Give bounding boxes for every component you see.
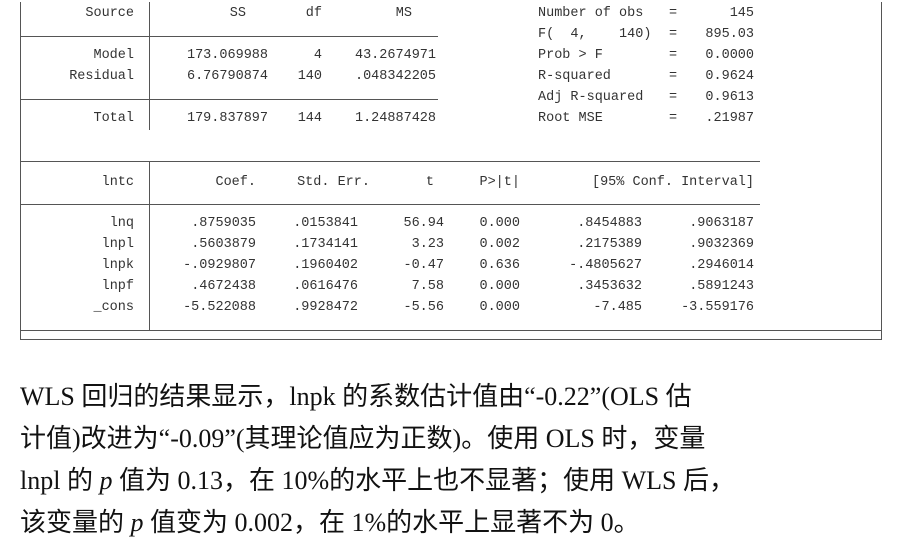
coef-header-rule xyxy=(20,204,760,205)
stat-label: Root MSE xyxy=(538,111,603,126)
coef-var: lnpk xyxy=(101,258,134,273)
coef-var: lnpl xyxy=(101,237,134,252)
coef-p: 0.000 xyxy=(479,279,520,294)
paragraph-text: lnpl 的 xyxy=(20,466,100,495)
anova-header-ss: SS xyxy=(229,6,246,21)
anova-df: 4 xyxy=(313,48,322,63)
stat-eq: = xyxy=(669,27,678,42)
stat-eq: = xyxy=(669,90,678,105)
coef-p: 0.000 xyxy=(479,300,520,315)
anova-ms: 1.24887428 xyxy=(354,111,436,126)
paragraph-line-2: 计值)改进为“-0.09”(其理论值应为正数)。使用 OLS 时，变量 xyxy=(20,424,706,453)
stat-eq: = xyxy=(669,69,678,84)
coef-header-ci: [95% Conf. Interval] xyxy=(591,175,754,190)
coef-se: .0616476 xyxy=(293,279,358,294)
coef-ci-high: .9032369 xyxy=(689,237,754,252)
stat-value: 0.0000 xyxy=(705,48,754,63)
anova-total-rule xyxy=(20,99,438,100)
coef-header-p: P>|t| xyxy=(479,175,520,190)
coef-value: .8759035 xyxy=(191,216,256,231)
stat-value: 0.9613 xyxy=(705,90,754,105)
anova-ss: 6.76790874 xyxy=(186,69,268,84)
coef-ci-low: .2175389 xyxy=(577,237,642,252)
stat-eq: = xyxy=(669,48,678,63)
coef-se: .1734141 xyxy=(293,237,358,252)
anova-source: Model xyxy=(93,48,134,63)
coef-var: lnq xyxy=(109,216,134,231)
anova-ms: .048342205 xyxy=(354,69,436,84)
anova-header-source: Source xyxy=(85,6,134,21)
anova-source: Residual xyxy=(69,69,134,84)
anova-ss: 173.069988 xyxy=(186,48,268,63)
stat-value: 895.03 xyxy=(705,27,754,42)
coef-value: .4672438 xyxy=(191,279,256,294)
coef-var: _cons xyxy=(93,300,134,315)
coef-header-var: lntc xyxy=(101,175,134,190)
coef-value: -.0929807 xyxy=(183,258,256,273)
anova-ss: 179.837897 xyxy=(186,111,268,126)
paragraph-line-1: WLS 回归的结果显示，lnpk 的系数估计值由“-0.22”(OLS 估 xyxy=(20,382,692,411)
coef-t: -0.47 xyxy=(403,258,444,273)
stat-label: F( 4, 140) xyxy=(538,27,652,42)
paragraph-text: 该变量的 xyxy=(20,508,131,537)
stat-label: R-squared xyxy=(538,69,611,84)
stat-label: Number of obs xyxy=(538,6,644,21)
stat-label: Adj R-squared xyxy=(538,90,644,105)
coef-vertical-rule xyxy=(149,161,150,331)
anova-df: 144 xyxy=(297,111,322,126)
explanation-paragraph: WLS 回归的结果显示，lnpk 的系数估计值由“-0.22”(OLS 估 计值… xyxy=(20,376,882,544)
coef-top-rule xyxy=(20,161,760,162)
anova-header-ms: MS xyxy=(395,6,412,21)
coef-ci-low: .8454883 xyxy=(577,216,642,231)
coef-se: .1960402 xyxy=(293,258,358,273)
stat-value: 145 xyxy=(729,6,754,21)
stat-value: .21987 xyxy=(705,111,754,126)
paragraph-text: 值为 0.13，在 10%的水平上也不显著；使用 WLS 后， xyxy=(112,466,735,495)
coef-p: 0.000 xyxy=(479,216,520,231)
coef-t: 56.94 xyxy=(403,216,444,231)
coef-p: 0.636 xyxy=(479,258,520,273)
coef-t: -5.56 xyxy=(403,300,444,315)
coef-t: 3.23 xyxy=(411,237,444,252)
coef-se: .9928472 xyxy=(293,300,358,315)
coef-ci-low: -7.485 xyxy=(593,300,642,315)
stat-value: 0.9624 xyxy=(705,69,754,84)
coef-ci-high: .9063187 xyxy=(689,216,754,231)
coef-bottom-rule xyxy=(20,330,882,331)
coef-ci-high: .2946014 xyxy=(689,258,754,273)
anova-ms: 43.2674971 xyxy=(354,48,436,63)
anova-df: 140 xyxy=(297,69,322,84)
paragraph-line-3: lnpl 的 p 值为 0.13，在 10%的水平上也不显著；使用 WLS 后， xyxy=(20,460,882,502)
stat-eq: = xyxy=(669,111,678,126)
coef-p: 0.002 xyxy=(479,237,520,252)
coef-ci-low: .3453632 xyxy=(577,279,642,294)
anova-header-rule xyxy=(20,36,438,37)
anova-vertical-rule xyxy=(149,2,150,130)
p-symbol: p xyxy=(99,466,113,495)
coef-se: .0153841 xyxy=(293,216,358,231)
coef-ci-high: .5891243 xyxy=(689,279,754,294)
stat-label: Prob > F xyxy=(538,48,603,63)
coef-value: -5.522088 xyxy=(183,300,256,315)
coef-value: .5603879 xyxy=(191,237,256,252)
coef-header-se: Std. Err. xyxy=(297,175,370,190)
anova-header-df: df xyxy=(305,6,322,21)
coef-ci-low: -.4805627 xyxy=(569,258,642,273)
coef-header-coef: Coef. xyxy=(215,175,256,190)
coef-t: 7.58 xyxy=(411,279,444,294)
coef-var: lnpf xyxy=(101,279,134,294)
paragraph-text: 值变为 0.002，在 1%的水平上显著不为 0。 xyxy=(143,508,640,537)
stat-eq: = xyxy=(669,6,678,21)
p-symbol: p xyxy=(130,508,144,537)
coef-header-t: t xyxy=(425,175,434,190)
coef-ci-high: -3.559176 xyxy=(681,300,754,315)
paragraph-line-4: 该变量的 p 值变为 0.002，在 1%的水平上显著不为 0。 xyxy=(20,502,882,544)
anova-source: Total xyxy=(93,111,134,126)
